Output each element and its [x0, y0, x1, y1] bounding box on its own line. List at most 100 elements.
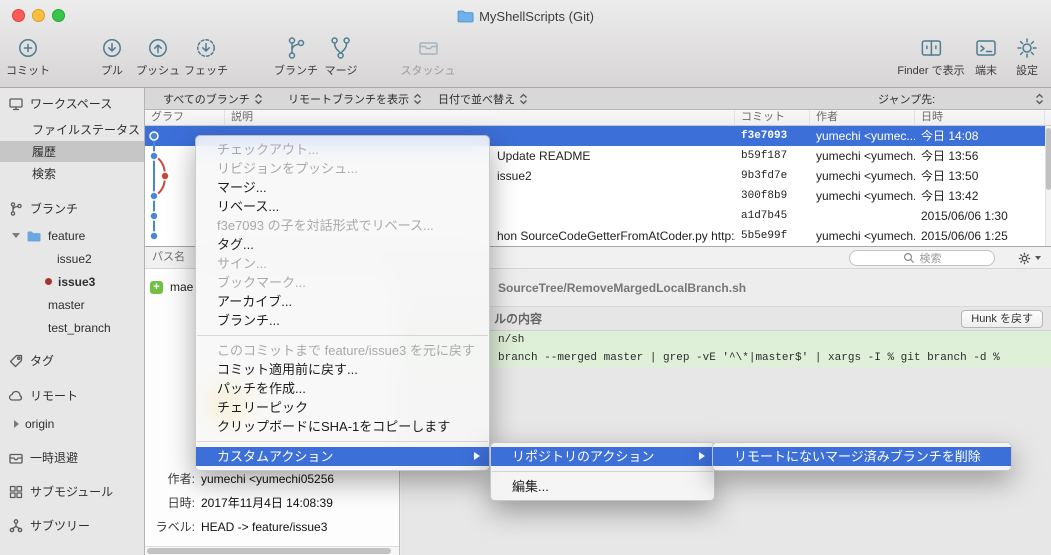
sidebar-branch-label: master [48, 298, 85, 312]
reverse-hunk-button[interactable]: Hunk を戻す [961, 310, 1043, 328]
branch-button[interactable]: ブランチ [274, 35, 318, 78]
sidebar-section-workspace[interactable]: ワークスペース [0, 93, 144, 114]
menu-item-merge[interactable]: マージ... [196, 178, 489, 197]
sidebar-branch-label: feature [48, 229, 85, 243]
column-header-author[interactable]: 作者 [810, 110, 915, 125]
sidebar-section-tags[interactable]: タグ [0, 350, 144, 371]
sidebar: ワークスペース ファイルステータス 履歴 検索 ブランチ feature iss… [0, 88, 145, 555]
sidebar-remote-label: origin [25, 417, 54, 431]
merge-button[interactable]: マージ [325, 35, 358, 78]
column-header-graph[interactable]: グラフ [145, 110, 225, 125]
window-title: MyShellScripts (Git) [479, 9, 594, 24]
diff-pane: 検索 SourceTree/RemoveMargedLocalBranch.sh… [401, 246, 1051, 555]
sidebar-section-remotes[interactable]: リモート [0, 385, 144, 406]
menu-item-edit[interactable]: 編集... [491, 477, 714, 496]
scrollbar-thumb[interactable] [147, 548, 391, 554]
column-header-commit[interactable]: コミット [735, 110, 810, 125]
sidebar-section-branches[interactable]: ブランチ [0, 198, 144, 219]
tag-icon [8, 353, 24, 369]
commit-hash: 300f8b9 [735, 186, 810, 206]
menu-item-copy-sha1[interactable]: クリップボードにSHA-1をコピーします [196, 417, 489, 436]
settings-gear-icon [1014, 35, 1040, 61]
menu-separator [492, 471, 713, 472]
disclosure-right-icon[interactable] [14, 420, 19, 428]
file-contents-label: ルの内容 [494, 312, 542, 326]
push-button[interactable]: プッシュ [136, 35, 180, 78]
sidebar-branch-folder-feature[interactable]: feature [0, 225, 144, 246]
jump-to-dropdown[interactable]: ジャンプ先: [878, 88, 1027, 109]
sidebar-item-search[interactable]: 検索 [0, 163, 144, 184]
menu-item-create-patch[interactable]: パッチを作成... [196, 379, 489, 398]
date-value: 2017年11月4日 14:08:39 [201, 496, 333, 510]
commit-button-label: コミット [6, 62, 50, 78]
menu-item-archive[interactable]: アーカイブ... [196, 292, 489, 311]
column-header-date[interactable]: 日時 [915, 110, 1045, 125]
menu-item-push-revision: リビジョンをプッシュ... [196, 159, 489, 178]
stash-box-icon [8, 450, 24, 466]
details-horizontal-scrollbar[interactable] [145, 546, 399, 555]
fetch-button[interactable]: フェッチ [184, 35, 228, 78]
menu-item-repository-actions[interactable]: リポジトリのアクション [491, 447, 714, 466]
commit-date: 今日 13:42 [915, 186, 1045, 206]
search-placeholder: 検索 [920, 250, 942, 266]
sidebar-section-label: サブモジュール [30, 483, 113, 500]
commit-hash: a1d7b45 [735, 206, 810, 226]
disclosure-down-icon[interactable] [12, 233, 20, 238]
stash-button[interactable]: スタッシュ [401, 35, 456, 78]
sidebar-section-submodules[interactable]: サブモジュール [0, 481, 144, 502]
scrollbar-thumb[interactable] [1046, 128, 1051, 190]
sidebar-section-label: ブランチ [30, 200, 78, 217]
sidebar-section-subtrees[interactable]: サブツリー [0, 515, 144, 536]
current-branch-dot-icon [45, 278, 52, 285]
show-in-finder-button[interactable]: Finder で表示 [897, 35, 964, 78]
sidebar-section-label: リモート [30, 387, 78, 404]
sidebar-branch-label: issue2 [57, 252, 92, 266]
commit-author: yumechi <yumech... [810, 146, 915, 166]
commit-button[interactable]: コミット [6, 35, 50, 78]
pull-button-label: プル [101, 62, 123, 78]
sidebar-item-label: ファイルステータス [32, 121, 140, 138]
commit-author [810, 206, 915, 226]
commit-hash: 5b5e99f [735, 226, 810, 246]
updown-chevron-icon [254, 93, 263, 105]
menu-item-reverse-commit[interactable]: コミット適用前に戻す... [196, 360, 489, 379]
pull-button[interactable]: プル [99, 35, 125, 78]
submenu-arrow-icon [474, 452, 480, 460]
menu-item-rebase[interactable]: リベース... [196, 197, 489, 216]
column-header-description[interactable]: 説明 [225, 110, 735, 125]
filter-bar: すべてのブランチ リモートブランチを表示 日付で並べ替え ジャンプ先: [145, 88, 1051, 110]
sidebar-section-label: 一時退避 [30, 449, 78, 466]
submodules-grid-icon [8, 484, 24, 500]
menu-item-custom-actions[interactable]: カスタムアクション [196, 447, 489, 466]
search-input[interactable]: 検索 [849, 250, 995, 266]
menu-item-label: カスタムアクション [217, 449, 333, 464]
sidebar-branch-issue3[interactable]: issue3 [0, 271, 144, 292]
sort-order-dropdown[interactable]: 日付で並べ替え [438, 88, 528, 109]
updown-chevron-icon[interactable] [1035, 93, 1044, 105]
custom-actions-submenu: リポジトリのアクション 編集... [490, 442, 715, 501]
sidebar-branch-issue2[interactable]: issue2 [0, 248, 144, 269]
chevron-down-icon [1035, 256, 1041, 260]
sidebar-item-label: 検索 [32, 165, 56, 182]
sidebar-branch-master[interactable]: master [0, 294, 144, 315]
diff-added-line: n/sh [401, 331, 1051, 349]
diff-options-button[interactable] [1017, 250, 1041, 266]
terminal-button[interactable]: 端末 [973, 35, 999, 78]
sidebar-section-stashes[interactable]: 一時退避 [0, 447, 144, 468]
sidebar-item-history[interactable]: 履歴 [0, 141, 144, 162]
menu-item-tag[interactable]: タグ... [196, 235, 489, 254]
commit-labels-row: ラベル:HEAD -> feature/issue3 [149, 517, 397, 537]
menu-item-cherry-pick[interactable]: チェリーピック [196, 398, 489, 417]
sidebar-branch-test-branch[interactable]: test_branch [0, 317, 144, 338]
settings-button[interactable]: 設定 [1014, 35, 1040, 78]
remote-display-dropdown[interactable]: リモートブランチを表示 [288, 88, 422, 109]
commit-icon [15, 35, 41, 61]
menu-item-branch[interactable]: ブランチ... [196, 311, 489, 330]
path-column-label: パス名 [152, 251, 185, 263]
sidebar-item-file-status[interactable]: ファイルステータス [0, 119, 144, 140]
menu-item-delete-merged-branches[interactable]: リモートにないマージ済みブランチを削除 [713, 447, 1011, 466]
branch-scope-dropdown[interactable]: すべてのブランチ [163, 88, 263, 109]
commit-list-scrollbar[interactable] [1045, 126, 1051, 246]
sidebar-branch-label: test_branch [48, 321, 111, 335]
sidebar-remote-origin[interactable]: origin [0, 413, 144, 434]
